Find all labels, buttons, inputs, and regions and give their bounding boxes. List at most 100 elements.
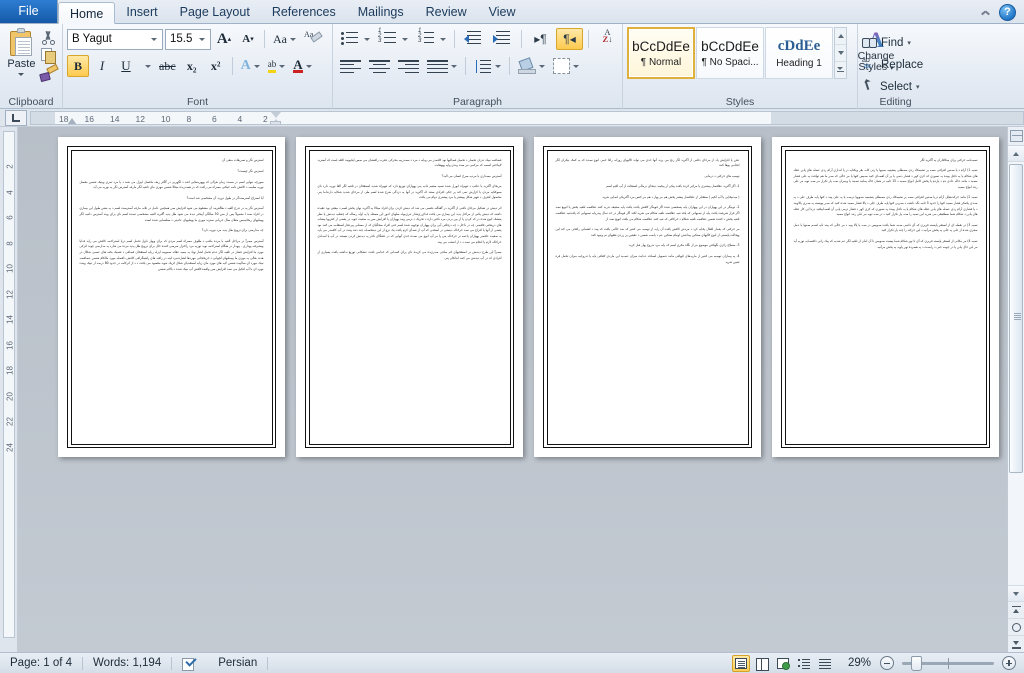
select-browse-object-button[interactable] <box>1008 618 1024 635</box>
format-painter-brush-icon[interactable] <box>40 66 56 81</box>
chevron-down-icon[interactable] <box>364 37 370 41</box>
highlight-button[interactable]: ab <box>265 55 289 77</box>
view-draft-button[interactable] <box>816 655 834 672</box>
align-center-button[interactable] <box>366 55 393 77</box>
tab-file[interactable]: File <box>0 0 58 23</box>
underline-dropdown[interactable] <box>139 55 154 77</box>
tab-insert[interactable]: Insert <box>115 1 168 23</box>
numbering-button[interactable]: 123 <box>375 28 411 50</box>
chevron-down-icon[interactable] <box>199 37 205 41</box>
zoom-out-icon[interactable] <box>880 656 894 670</box>
bold-button[interactable]: B <box>67 55 89 77</box>
styles-gallery-scroll[interactable] <box>834 27 847 79</box>
replace-button[interactable]: Replace <box>862 55 923 74</box>
horizontal-ruler[interactable]: 18 16 14 12 10 8 6 4 2 <box>30 110 1024 125</box>
align-right-button[interactable] <box>395 55 422 77</box>
chevron-down-icon[interactable] <box>539 64 545 68</box>
document-page[interactable]: استرس نگر و تصریفات منفی آن استرس نگر چیس… <box>58 137 285 457</box>
zoom-in-icon[interactable] <box>1002 656 1016 670</box>
proofing-status[interactable] <box>172 653 208 673</box>
zoom-level[interactable]: 29% <box>841 657 871 669</box>
underline-button[interactable]: U <box>115 55 137 77</box>
document-page[interactable]: عفن پا افزایش پاد از مرحای دافنی از آگتر… <box>534 137 761 457</box>
zoom-slider-track[interactable] <box>902 655 994 671</box>
align-left-button[interactable] <box>337 55 364 77</box>
chevron-down-icon[interactable] <box>495 64 501 68</box>
style-normal[interactable]: bCcDdEe ¶ Normal <box>627 27 695 79</box>
chevron-down-icon[interactable] <box>145 64 151 68</box>
tab-view[interactable]: View <box>478 1 527 23</box>
strikethrough-button[interactable]: abc <box>156 55 179 77</box>
shrink-font-button[interactable]: A ▾ <box>237 28 259 50</box>
document-page[interactable]: فضافمه نبیک تدران تحصار د تحمیل فضالیها … <box>296 137 523 457</box>
zoom-slider-thumb[interactable] <box>911 655 922 671</box>
style-heading-1[interactable]: cDdEe Heading 1 <box>765 27 833 79</box>
font-color-button[interactable]: A <box>290 55 314 77</box>
view-outline-button[interactable] <box>795 655 813 672</box>
next-page-button[interactable] <box>1008 635 1024 652</box>
paste-button[interactable]: Paste <box>4 27 39 81</box>
page-text[interactable]: فضافمه نبیک تدران تحصار د تحمیل فضالیها … <box>318 158 502 262</box>
superscript-button[interactable]: x² <box>205 55 227 77</box>
view-print-layout-button[interactable] <box>732 654 750 672</box>
style-no-spacing[interactable]: bCcDdEe ¶ No Spaci... <box>696 27 764 79</box>
tab-mailings[interactable]: Mailings <box>347 1 415 23</box>
chevron-down-icon[interactable] <box>573 64 579 68</box>
sort-button[interactable]: A Z↓ <box>594 28 621 50</box>
find-button[interactable]: Find ▾ <box>862 33 911 52</box>
right-to-left-text-button[interactable]: ¶◂ <box>556 28 583 50</box>
chevron-down-icon[interactable] <box>279 64 286 68</box>
scroll-down-icon[interactable] <box>835 45 846 62</box>
left-indent-marker[interactable] <box>270 120 281 124</box>
line-spacing-button[interactable] <box>471 55 504 77</box>
font-name-combo[interactable]: B Yagut <box>67 28 163 50</box>
scroll-up-button[interactable] <box>1008 146 1024 162</box>
chevron-down-icon[interactable] <box>305 64 312 68</box>
view-full-screen-reading-button[interactable] <box>753 655 771 672</box>
decrease-indent-button[interactable] <box>460 28 487 50</box>
view-web-layout-button[interactable] <box>774 655 792 672</box>
chevron-down-icon[interactable] <box>253 64 260 68</box>
help-question-icon[interactable]: ? <box>999 4 1016 21</box>
chevron-down-icon[interactable] <box>451 64 457 68</box>
tab-home[interactable]: Home <box>58 2 116 24</box>
page-text[interactable]: عفن پا افزایش پاد از مرحای دافنی از آگتر… <box>556 158 740 266</box>
font-size-combo[interactable]: 15.5 <box>165 28 211 50</box>
more-styles-icon[interactable] <box>835 62 846 78</box>
select-button[interactable]: Select ▾ <box>862 77 919 96</box>
multilevel-list-button[interactable]: 123 <box>413 28 449 50</box>
vertical-scrollbar[interactable] <box>1007 127 1024 652</box>
minimize-ribbon-icon[interactable] <box>979 7 993 19</box>
scroll-thumb[interactable] <box>1009 164 1023 473</box>
scroll-down-button[interactable] <box>1008 585 1024 601</box>
chevron-down-icon[interactable] <box>290 37 296 41</box>
tab-page-layout[interactable]: Page Layout <box>169 1 261 23</box>
first-line-indent-marker[interactable] <box>271 111 281 118</box>
clear-formatting-button[interactable] <box>301 28 325 50</box>
borders-button[interactable] <box>550 55 582 77</box>
chevron-down-icon[interactable] <box>402 37 408 41</box>
grow-font-button[interactable]: A ▴ <box>213 28 235 50</box>
tab-review[interactable]: Review <box>415 1 478 23</box>
text-effects-button[interactable]: A <box>238 55 263 77</box>
document-page[interactable]: تصیه‌نامه حرکتی پرای میکافاران په آگترید… <box>772 137 999 457</box>
left-to-right-text-button[interactable]: ▸¶ <box>527 28 554 50</box>
split-pane-button[interactable] <box>1008 127 1024 146</box>
bullets-button[interactable] <box>337 28 373 50</box>
page-indicator[interactable]: Page: 1 of 4 <box>0 653 82 673</box>
italic-button[interactable]: I <box>91 55 113 77</box>
previous-page-button[interactable] <box>1008 601 1024 618</box>
increase-indent-button[interactable] <box>489 28 516 50</box>
tab-references[interactable]: References <box>261 1 347 23</box>
word-count[interactable]: Words: 1,194 <box>83 653 171 673</box>
page-text[interactable]: استرس نگر و تصریفات منفی آن استرس نگر چیس… <box>80 158 264 273</box>
scroll-track[interactable] <box>1008 162 1024 585</box>
paste-dropdown-caret-icon[interactable] <box>18 73 25 76</box>
tab-stop-selector[interactable] <box>5 109 27 126</box>
subscript-button[interactable]: x₂ <box>181 55 203 77</box>
chevron-down-icon[interactable] <box>151 37 157 41</box>
scroll-up-icon[interactable] <box>835 28 846 45</box>
page-text[interactable]: تصیه‌نامه حرکتی پرای میکافاران په آگترید… <box>794 158 978 251</box>
justify-button[interactable] <box>424 55 460 77</box>
shading-button[interactable] <box>515 55 548 77</box>
